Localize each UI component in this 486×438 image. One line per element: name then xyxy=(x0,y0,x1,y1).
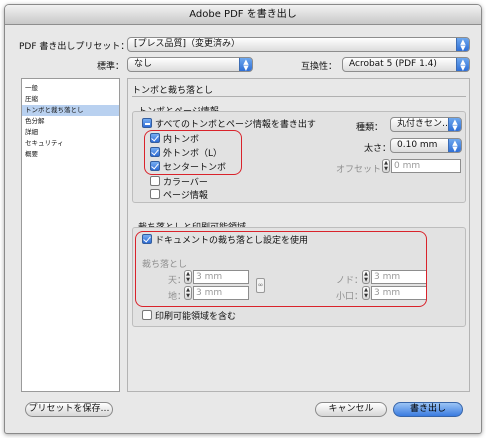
compatibility-popup[interactable]: Acrobat 5 (PDF 1.4) ▲ ▼ xyxy=(342,57,470,72)
marks-and-bleeds-panel: トンボと裁ち落とし トンボとページ情報 すべてのトンボとページ情報を書き出す 内… xyxy=(127,78,470,392)
color-bars-label: カラーバー xyxy=(163,178,208,188)
panel-title: トンボと裁ち落とし xyxy=(132,86,214,96)
include-slug-checkbox[interactable]: 印刷可能領域を含む xyxy=(142,310,236,322)
highlight-box xyxy=(144,130,242,175)
marks-type-label: 種類： xyxy=(356,123,384,133)
cancel-button[interactable]: キャンセル xyxy=(315,402,387,417)
checkbox-unchecked-icon xyxy=(142,310,152,320)
offset-stepper-icon[interactable]: ▲ ▼ xyxy=(382,159,390,173)
marks-weight-value: 0.10 mm xyxy=(397,140,438,150)
popup-arrows-icon: ▲ ▼ xyxy=(456,38,469,51)
include-slug-label: 印刷可能領域を含む xyxy=(155,312,237,322)
sidebar-item-general[interactable]: 一般 xyxy=(22,83,119,94)
dialog-title: Adobe PDF を書き出し xyxy=(5,5,481,25)
preset-label: PDF 書き出しプリセット： xyxy=(19,42,130,52)
preset-popup[interactable]: [プレス品質]（変更済み） ▲ ▼ xyxy=(127,37,470,52)
page-info-label: ページ情報 xyxy=(163,191,208,201)
save-preset-button[interactable]: プリセットを保存… xyxy=(25,402,113,417)
marks-type-popup[interactable]: 丸付きセン… ▲ ▼ xyxy=(390,117,462,132)
divider xyxy=(132,96,466,97)
category-list: 一般 圧縮 トンボと裁ち落とし 色分解 詳細 セキュリティ 概要 xyxy=(21,78,120,392)
sidebar-item-summary[interactable]: 概要 xyxy=(22,149,119,160)
sidebar-item-compression[interactable]: 圧縮 xyxy=(22,94,119,105)
color-bars-checkbox[interactable]: カラーバー xyxy=(150,176,208,188)
page-info-checkbox[interactable]: ページ情報 xyxy=(150,189,208,201)
sidebar-item-marks-and-bleeds[interactable]: トンボと裁ち落とし xyxy=(22,105,119,116)
all-marks-label: すべてのトンボとページ情報を書き出す xyxy=(155,120,316,130)
standard-popup[interactable]: なし ▲ ▼ xyxy=(127,57,253,72)
popup-arrows-icon: ▲ ▼ xyxy=(448,139,461,152)
preset-value: [プレス品質]（変更済み） xyxy=(134,39,241,49)
popup-arrows-icon: ▲ ▼ xyxy=(448,118,461,131)
highlight-box xyxy=(135,231,427,307)
all-marks-checkbox[interactable]: すべてのトンボとページ情報を書き出す xyxy=(142,118,316,130)
export-pdf-dialog: Adobe PDF を書き出し PDF 書き出しプリセット： [プレス品質]（変… xyxy=(4,4,482,434)
marks-weight-label: 太さ： xyxy=(364,144,392,154)
sidebar-item-security[interactable]: セキュリティ xyxy=(22,138,119,149)
export-button[interactable]: 書き出し xyxy=(393,402,463,417)
compatibility-value: Acrobat 5 (PDF 1.4) xyxy=(349,59,437,69)
checkbox-unchecked-icon xyxy=(150,189,160,199)
popup-arrows-icon: ▲ ▼ xyxy=(239,58,252,71)
sidebar-item-output[interactable]: 色分解 xyxy=(22,116,119,127)
standard-label: 標準： xyxy=(97,62,125,72)
sidebar-item-advanced[interactable]: 詳細 xyxy=(22,127,119,138)
checkbox-mixed-icon xyxy=(142,118,152,128)
marks-type-value: 丸付きセン… xyxy=(397,119,452,129)
marks-offset-field[interactable]: 0 mm xyxy=(391,159,461,173)
popup-arrows-icon: ▲ ▼ xyxy=(456,58,469,71)
checkbox-unchecked-icon xyxy=(150,176,160,186)
marks-weight-popup[interactable]: 0.10 mm ▲ ▼ xyxy=(390,138,462,153)
compatibility-label: 互換性： xyxy=(301,62,338,72)
standard-value: なし xyxy=(134,59,153,69)
